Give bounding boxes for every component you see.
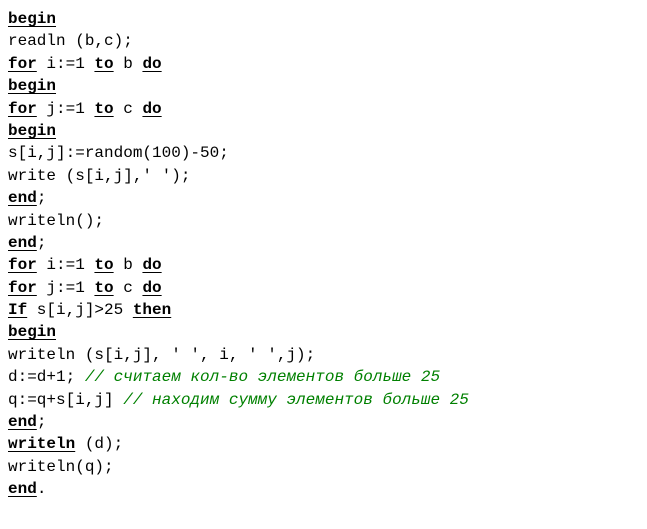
keyword-token: begin bbox=[8, 10, 56, 28]
code-token: write (s[i,j],' '); bbox=[8, 167, 190, 185]
code-token: c bbox=[114, 100, 143, 118]
keyword-token: begin bbox=[8, 323, 56, 341]
code-token: ; bbox=[37, 413, 47, 431]
keyword-token: do bbox=[142, 55, 161, 73]
keyword-token: do bbox=[142, 256, 161, 274]
code-line: d:=d+1; // считаем кол-во элементов боль… bbox=[8, 366, 639, 388]
keyword-token: for bbox=[8, 55, 37, 73]
comment-token: // считаем кол-во элементов больше 25 bbox=[85, 368, 440, 386]
code-token: s[i,j]:=random(100)-50; bbox=[8, 144, 229, 162]
code-line: writeln(); bbox=[8, 210, 639, 232]
code-line: readln (b,c); bbox=[8, 30, 639, 52]
code-line: writeln (d); bbox=[8, 433, 639, 455]
code-token: writeln (s[i,j], ' ', i, ' ',j); bbox=[8, 346, 315, 364]
keyword-token: to bbox=[94, 279, 113, 297]
code-token: d:=d+1; bbox=[8, 368, 85, 386]
keyword-token: end bbox=[8, 234, 37, 252]
code-line: q:=q+s[i,j] // находим сумму элементов б… bbox=[8, 389, 639, 411]
keyword-token: to bbox=[94, 55, 113, 73]
code-block: begin readln (b,c); for i:=1 to b do begin f… bbox=[8, 8, 639, 501]
code-line: begin bbox=[8, 120, 639, 142]
keyword-token: writeln bbox=[8, 435, 75, 453]
code-line: end; bbox=[8, 232, 639, 254]
keyword-token: end bbox=[8, 189, 37, 207]
keyword-token: begin bbox=[8, 77, 56, 95]
code-token: b bbox=[114, 256, 143, 274]
keyword-token: begin bbox=[8, 122, 56, 140]
keyword-token: end bbox=[8, 480, 37, 498]
keyword-token: to bbox=[94, 256, 113, 274]
code-line: for j:=1 to c do bbox=[8, 98, 639, 120]
code-token: readln (b,c); bbox=[8, 32, 133, 50]
code-token: writeln(); bbox=[8, 212, 104, 230]
code-token: ; bbox=[37, 234, 47, 252]
code-token: j:=1 bbox=[37, 279, 95, 297]
comment-token: // находим сумму элементов больше 25 bbox=[123, 391, 469, 409]
code-line: end; bbox=[8, 187, 639, 209]
keyword-token: to bbox=[94, 100, 113, 118]
keyword-token: end bbox=[8, 413, 37, 431]
code-token: . bbox=[37, 480, 47, 498]
code-token: ; bbox=[37, 189, 47, 207]
code-token: b bbox=[114, 55, 143, 73]
code-line: end. bbox=[8, 478, 639, 500]
keyword-token: If bbox=[8, 301, 27, 319]
code-token: i:=1 bbox=[37, 256, 95, 274]
code-line: writeln(q); bbox=[8, 456, 639, 478]
code-line: for j:=1 to c do bbox=[8, 277, 639, 299]
code-line: begin bbox=[8, 75, 639, 97]
code-token: s[i,j]>25 bbox=[27, 301, 133, 319]
code-token: q:=q+s[i,j] bbox=[8, 391, 123, 409]
code-line: for i:=1 to b do bbox=[8, 53, 639, 75]
code-line: If s[i,j]>25 then bbox=[8, 299, 639, 321]
code-token: (d); bbox=[75, 435, 123, 453]
code-line: writeln (s[i,j], ' ', i, ' ',j); bbox=[8, 344, 639, 366]
code-token: writeln(q); bbox=[8, 458, 114, 476]
keyword-token: do bbox=[142, 279, 161, 297]
keyword-token: do bbox=[142, 100, 161, 118]
code-line: end; bbox=[8, 411, 639, 433]
code-line: s[i,j]:=random(100)-50; bbox=[8, 142, 639, 164]
code-token: j:=1 bbox=[37, 100, 95, 118]
keyword-token: then bbox=[133, 301, 171, 319]
code-token: i:=1 bbox=[37, 55, 95, 73]
keyword-token: for bbox=[8, 256, 37, 274]
code-line: begin bbox=[8, 8, 639, 30]
code-line: begin bbox=[8, 321, 639, 343]
code-token: c bbox=[114, 279, 143, 297]
code-line: for i:=1 to b do bbox=[8, 254, 639, 276]
code-line: write (s[i,j],' '); bbox=[8, 165, 639, 187]
keyword-token: for bbox=[8, 279, 37, 297]
keyword-token: for bbox=[8, 100, 37, 118]
